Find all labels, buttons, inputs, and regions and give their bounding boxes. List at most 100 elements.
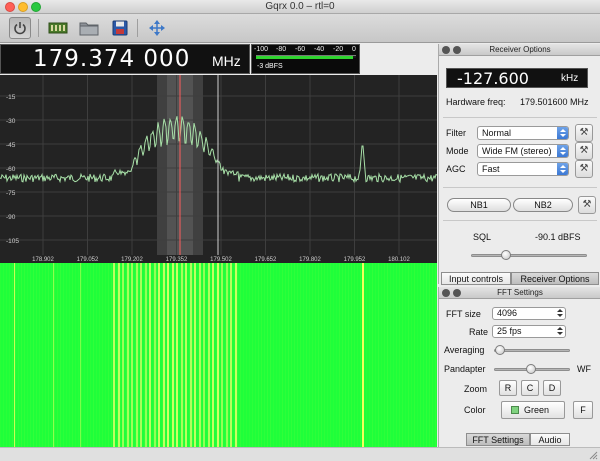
waterfall-streak [225,263,226,447]
waterfall-streak [99,263,100,447]
waterfall-streak [96,263,97,447]
meter-tick: -100 [254,46,269,53]
waterfall-streak [189,263,190,447]
y-tick-label: -30 [6,118,16,125]
noise-blanker-settings-button[interactable]: ⚒ [578,196,596,214]
spectrum-plot[interactable]: -15-30-45-60-75-90-105178.902 179.052 179.… [0,75,437,263]
waterfall-streak [21,263,22,447]
panel-close-icon[interactable] [442,289,450,297]
fft-size-value: 4096 [497,308,518,318]
waterfall-streak [390,263,391,447]
mode-select[interactable]: Wide FM (stereo) [477,144,569,158]
frequency-value[interactable]: 179.374 000 [33,46,190,72]
waterfall-streak [255,263,256,447]
tab-fft-settings[interactable]: FFT Settings [466,433,530,446]
waterfall-streak [153,263,154,447]
agc-settings-button[interactable]: ⚒ [575,160,593,178]
frequency-display[interactable]: 179.374 000 MHz [0,44,250,74]
chevron-updown-icon [557,145,568,157]
waterfall-signal-line [154,263,156,447]
waterfall-streak [387,263,388,447]
color-picker-button[interactable]: Green [501,401,565,419]
filter-settings-button[interactable]: ⚒ [575,124,593,142]
waterfall-streak [81,263,82,447]
waterfall-streak [294,263,295,447]
move-arrows-icon [149,20,165,36]
waterfall-streak [42,263,43,447]
waterfall-streak [270,263,271,447]
move-view-button[interactable] [146,17,168,39]
offset-value[interactable]: -127.600 [457,69,529,88]
nb1-button[interactable]: NB1 [447,198,511,212]
panel-float-icon[interactable] [453,289,461,297]
waterfall-streak [303,263,304,447]
zoom-center-button[interactable]: C [521,380,539,396]
nb2-button[interactable]: NB2 [513,198,573,212]
tab-audio[interactable]: Audio [530,433,570,446]
y-tick-label: -60 [6,166,16,173]
input-device-button[interactable] [47,17,69,39]
tab-receiver-options[interactable]: Receiver Options [511,272,599,285]
power-button[interactable] [9,17,31,39]
waterfall-streak [432,263,433,447]
waterfall-carrier-line [53,263,54,447]
waterfall-streak [198,263,199,447]
fill-toggle-button[interactable]: F [573,401,593,419]
waterfall-display[interactable] [0,263,437,447]
y-tick-label: -45 [6,142,16,149]
zoom-reset-button[interactable]: R [499,380,517,396]
agc-select[interactable]: Fast [477,162,569,176]
waterfall-streak [366,263,367,447]
mode-settings-button[interactable]: ⚒ [575,142,593,160]
waterfall-streak [9,263,10,447]
input-device-icon [48,22,68,34]
waterfall-streak [345,263,346,447]
waterfall-signal-line [113,263,115,447]
squelch-slider-track[interactable] [471,254,587,257]
averaging-slider-track[interactable] [494,349,570,352]
pandapter-wf-slider-handle[interactable] [526,364,536,374]
averaging-slider-handle[interactable] [495,345,505,355]
waterfall-signal-line [181,263,183,447]
chevron-updown-icon [557,127,568,139]
waterfall-streak [420,263,421,447]
panel-close-icon[interactable] [442,46,450,54]
rate-select[interactable]: 25 fps [492,325,566,338]
toolbar-separator [38,19,39,37]
waterfall-streak [33,263,34,447]
offset-display[interactable]: -127.600 kHz [446,68,588,88]
wf-label: WF [577,364,591,374]
zoom-demod-button[interactable]: D [543,380,561,396]
resize-grip-icon[interactable] [588,450,598,460]
waterfall-streak [180,263,181,447]
waterfall-streak [51,263,52,447]
waterfall-streak [417,263,418,447]
waterfall-streak [174,263,175,447]
waterfall-streak [183,263,184,447]
squelch-slider-handle[interactable] [501,250,511,260]
waterfall-streak [207,263,208,447]
open-folder-button[interactable] [78,17,100,39]
waterfall-signal-line [172,263,174,447]
meter-tick: 0 [352,46,356,53]
toolbar [0,14,600,43]
fft-size-select[interactable]: 4096 [492,307,566,320]
waterfall-signal-line [136,263,138,447]
gqrx-window: Gqrx 0.0 – rtl=0 179.374 000 MHz -100 -8… [0,0,600,461]
waterfall-streak [165,263,166,447]
filter-select[interactable]: Normal [477,126,569,140]
wrench-icon: ⚒ [579,127,589,138]
wrench-icon: ⚒ [582,199,592,210]
tab-input-controls[interactable]: Input controls [441,272,511,285]
panel-float-icon[interactable] [453,46,461,54]
waterfall-streak [54,263,55,447]
waterfall-streak [309,263,310,447]
waterfall-streak [102,263,103,447]
save-button[interactable] [109,17,131,39]
waterfall-streak [108,263,109,447]
waterfall-streak [90,263,91,447]
waterfall-signal-line [158,263,160,447]
averaging-label: Averaging [444,345,485,355]
folder-icon [79,22,99,36]
waterfall-streak [216,263,217,447]
